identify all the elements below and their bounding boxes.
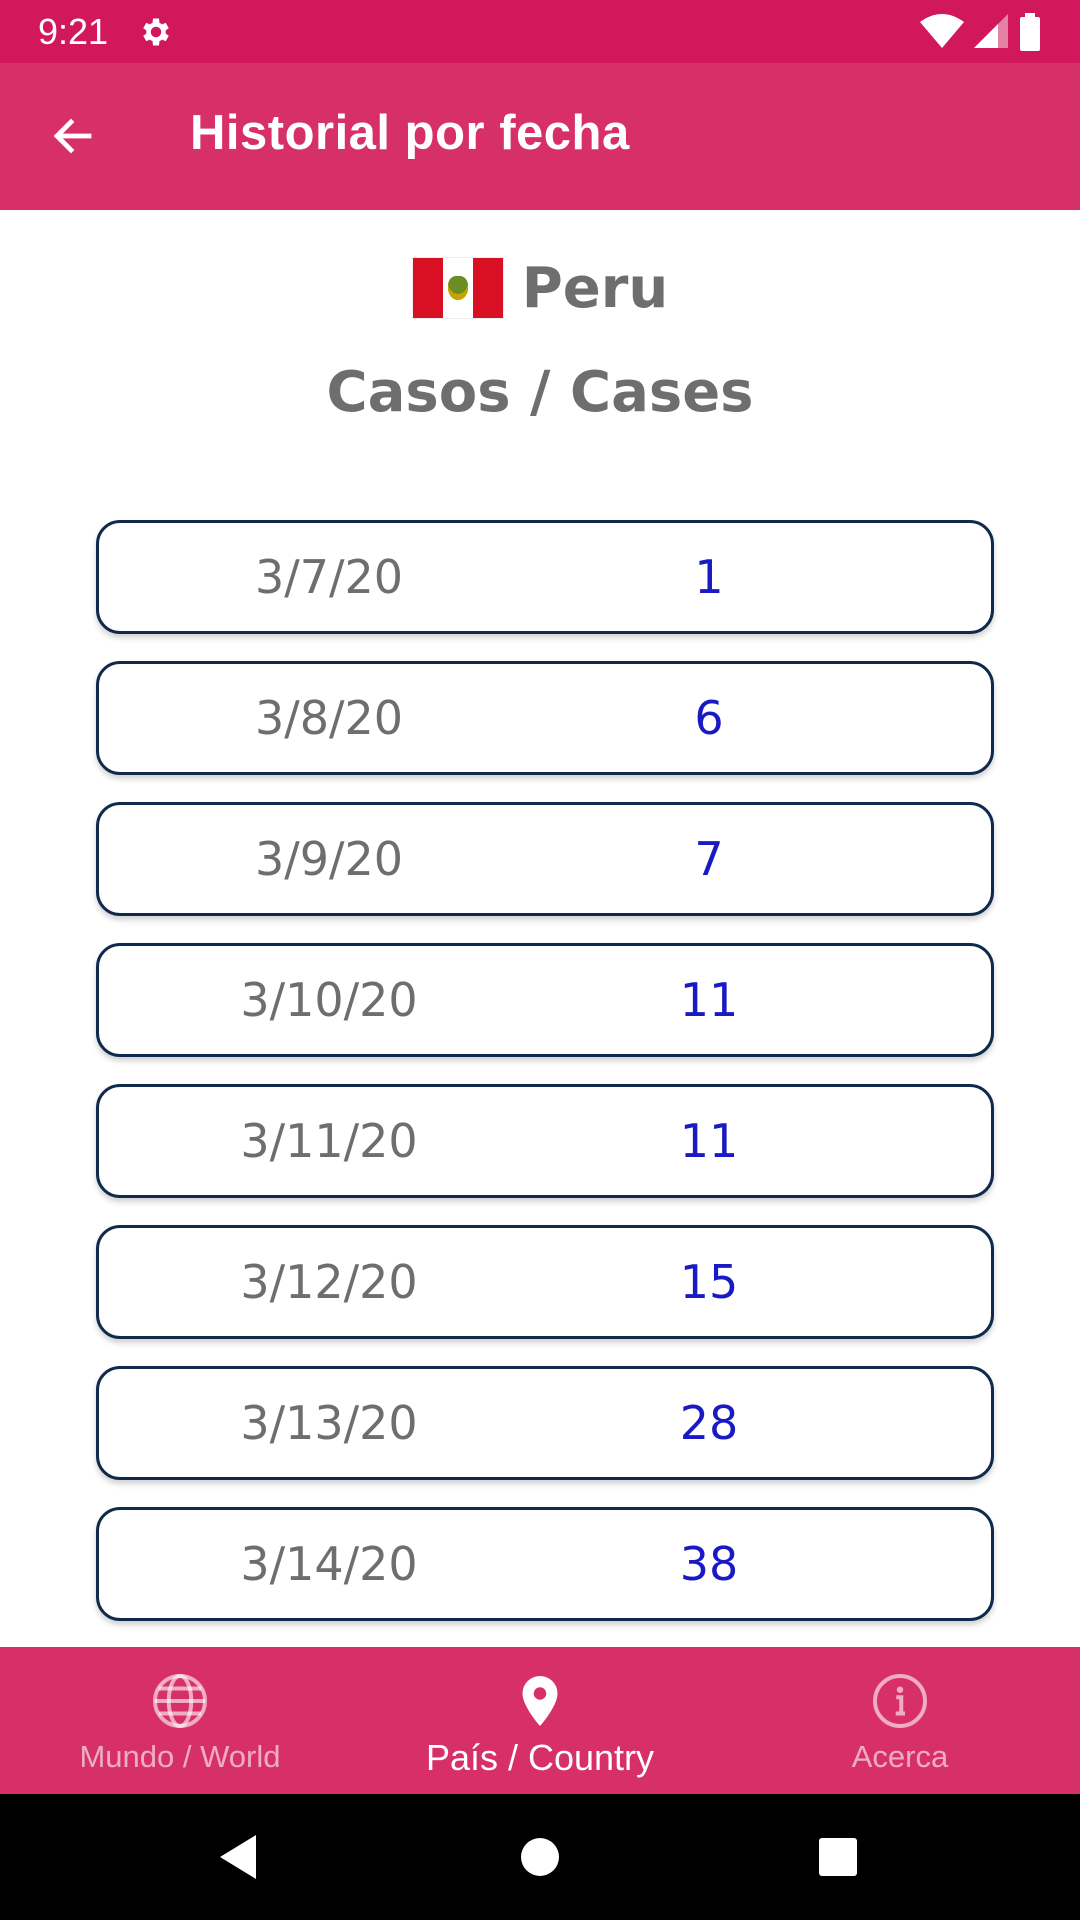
app-bar: Historial por fecha [0,63,1080,210]
history-row[interactable]: 3/7/20 1 [96,520,994,634]
country-name: Peru [521,255,669,321]
nav-label: Acerca [851,1739,949,1774]
history-row[interactable]: 3/12/20 15 [96,1225,994,1339]
row-cases: 28 [679,1396,739,1450]
square-recents-icon [819,1838,857,1876]
section-title: Casos / Cases [326,360,754,425]
status-time: 9:21 [38,10,109,52]
row-cases: 11 [679,1114,739,1168]
row-cases: 38 [679,1537,739,1591]
system-recents-button[interactable] [810,1829,866,1885]
history-row[interactable]: 3/10/20 11 [96,943,994,1057]
row-cases: 7 [694,832,724,886]
peru-flag-icon [411,257,504,319]
row-date: 3/8/20 [254,691,404,745]
status-indicators [920,12,1042,51]
system-home-button[interactable] [512,1829,568,1885]
arrow-left-icon [53,118,92,154]
row-date: 3/11/20 [240,1114,418,1168]
cell-signal-icon [974,13,1008,48]
history-row[interactable]: 3/8/20 6 [96,661,994,775]
system-back-button[interactable] [210,1829,266,1885]
battery-icon [1020,12,1040,51]
country-header: Peru [0,248,1080,328]
row-date: 3/7/20 [254,550,404,604]
row-date: 3/12/20 [240,1255,418,1309]
history-row[interactable]: 3/13/20 28 [96,1366,994,1480]
system-nav-bar [0,1794,1080,1920]
row-date: 3/9/20 [254,832,404,886]
row-date: 3/13/20 [240,1396,418,1450]
row-date: 3/14/20 [240,1537,418,1591]
row-date: 3/10/20 [240,973,418,1027]
nav-country[interactable]: País / Country [360,1647,720,1794]
info-icon [873,1674,927,1728]
row-cases: 11 [679,973,739,1027]
row-cases: 6 [694,691,724,745]
nav-world[interactable]: Mundo / World [0,1647,360,1794]
bottom-nav: Mundo / World País / Country Acerca [0,1647,1080,1794]
wifi-icon [920,13,964,48]
back-button[interactable] [40,103,106,169]
history-row[interactable]: 3/11/20 11 [96,1084,994,1198]
nav-about[interactable]: Acerca [720,1647,1080,1794]
row-cases: 15 [679,1255,739,1309]
location-pin-icon [522,1676,558,1726]
gear-icon [143,18,169,45]
status-bar: 9:21 [0,0,1080,63]
nav-label: Mundo / World [79,1739,281,1774]
circle-home-icon [521,1838,559,1876]
history-row[interactable]: 3/14/20 38 [96,1507,994,1621]
nav-label: País / Country [425,1737,655,1778]
screen: 9:21 Historial por fecha Peru Casos / Ca… [0,0,1080,1920]
row-cases: 1 [694,550,724,604]
triangle-back-icon [220,1835,256,1879]
globe-icon [153,1674,207,1728]
history-row[interactable]: 3/9/20 7 [96,802,994,916]
page-title: Historial por fecha [190,106,630,160]
